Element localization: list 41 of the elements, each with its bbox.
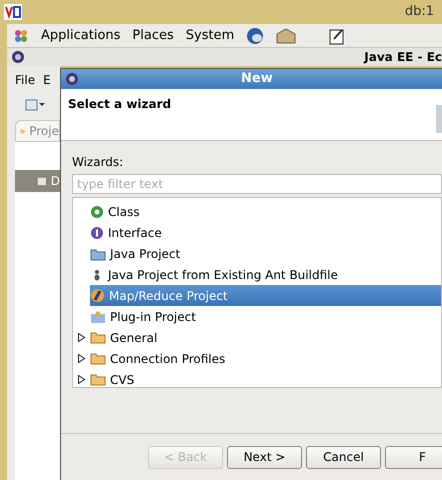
tree-item[interactable]: General: [77, 327, 166, 348]
plugin-icon: [90, 310, 106, 324]
expand-arrow-icon[interactable]: [77, 375, 86, 384]
tree-item[interactable]: CVS: [77, 369, 142, 387]
tree-item[interactable]: Interface: [90, 222, 170, 243]
dialog-title: New: [241, 70, 273, 88]
menu-item[interactable]: File: [15, 71, 36, 89]
panel-menu[interactable]: System: [186, 26, 234, 46]
tree-item[interactable]: Java Project from Existing Ant Buildfile: [90, 264, 346, 285]
globe-icon[interactable]: [246, 26, 264, 44]
dialog-button[interactable]: F: [385, 446, 442, 468]
panel-menu[interactable]: Applications: [41, 26, 120, 46]
filter-field[interactable]: type filter text: [72, 174, 442, 194]
dialog-heading: Select a wizard: [68, 96, 172, 113]
expand-arrow-icon[interactable]: [77, 333, 86, 342]
window-title: Java EE - Ec: [364, 49, 442, 66]
new-file-icon[interactable]: [25, 97, 45, 111]
menu-item[interactable]: E: [43, 71, 51, 89]
dialog-button[interactable]: Next >: [227, 446, 302, 468]
panel-menu[interactable]: Places: [132, 26, 174, 46]
folder-icon: [90, 246, 106, 260]
folder-icon: [90, 373, 106, 386]
tree-item[interactable]: Connection Profiles: [77, 348, 234, 369]
tree-item[interactable]: Plug-in Project: [90, 306, 204, 327]
expand-arrow-icon[interactable]: [77, 354, 86, 363]
vnc-logo-icon: [4, 4, 22, 20]
tree-item[interactable]: Map/Reduce Project: [90, 285, 441, 306]
view-item[interactable]: D: [15, 170, 60, 192]
tree-item[interactable]: Class: [90, 201, 148, 222]
folder-icon: [90, 352, 106, 365]
eclipse-icon: [65, 72, 79, 86]
tree-item[interactable]: Java Project: [90, 243, 188, 264]
interface-icon: [90, 226, 104, 240]
dialog-button[interactable]: Cancel: [306, 446, 381, 468]
window-title: db:1: [404, 3, 435, 22]
eclipse-icon: [11, 50, 25, 64]
folder-icon: [90, 331, 106, 344]
wizards-label: Wizards:: [72, 154, 124, 171]
notepad-icon[interactable]: [328, 26, 346, 44]
gnome-foot-icon: [13, 28, 29, 44]
class-icon: [90, 204, 104, 218]
